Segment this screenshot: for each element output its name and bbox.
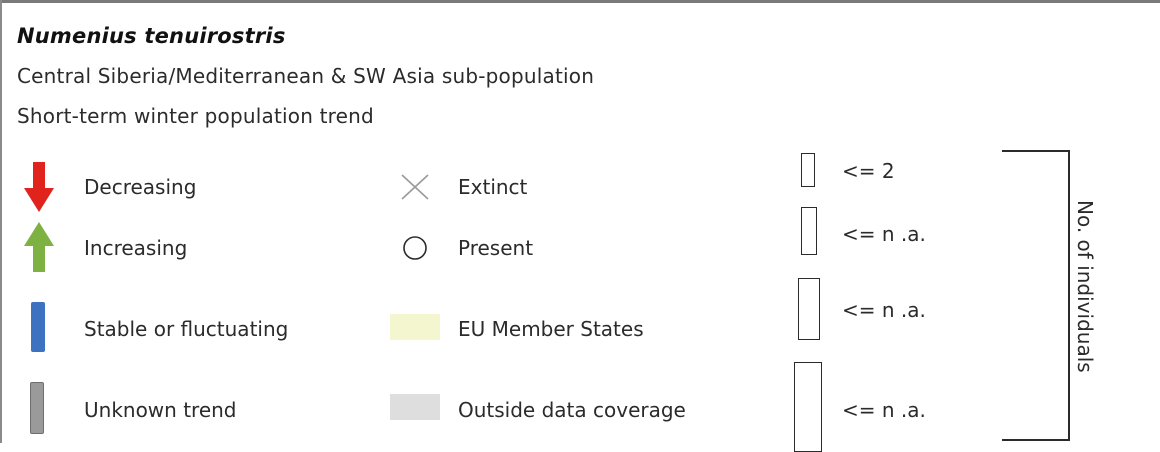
species-name: Numenius tenuirostris <box>17 24 286 48</box>
trend-stable-label: Stable or fluctuating <box>84 317 289 341</box>
left-border <box>0 0 2 443</box>
grey-bar-icon <box>30 382 44 434</box>
size-class-1-symbol <box>801 153 815 187</box>
top-border <box>0 0 1160 3</box>
size-class-3-label: <= n .a. <box>842 298 926 322</box>
yellow-swatch <box>390 314 440 340</box>
status-outside-label: Outside data coverage <box>458 398 686 422</box>
grey-swatch <box>390 394 440 420</box>
population-name: Central Siberia/Mediterranean & SW Asia … <box>17 64 595 88</box>
trend-type: Short-term winter population trend <box>17 104 374 128</box>
map-legend: Numenius tenuirostris Central Siberia/Me… <box>0 0 1160 452</box>
size-legend-title: No. of individuals <box>1073 200 1097 373</box>
size-class-3-symbol <box>798 278 820 340</box>
trend-increasing-label: Increasing <box>84 236 188 260</box>
size-bracket <box>1002 150 1070 441</box>
size-class-2-label: <= n .a. <box>842 222 926 246</box>
trend-unknown-label: Unknown trend <box>84 398 237 422</box>
status-extinct-label: Extinct <box>458 175 528 199</box>
blue-bar-icon <box>31 302 45 352</box>
status-present-label: Present <box>458 236 534 260</box>
status-eu-label: EU Member States <box>458 317 644 341</box>
size-class-4-symbol <box>794 362 822 452</box>
red-down-arrow-icon <box>24 162 54 212</box>
size-class-2-symbol <box>801 207 817 255</box>
cross-icon <box>401 174 429 200</box>
size-class-4-label: <= n .a. <box>842 398 926 422</box>
size-class-1-label: <= 2 <box>842 159 895 183</box>
green-up-arrow-icon <box>24 222 54 272</box>
circle-icon <box>403 236 427 260</box>
trend-decreasing-label: Decreasing <box>84 175 197 199</box>
